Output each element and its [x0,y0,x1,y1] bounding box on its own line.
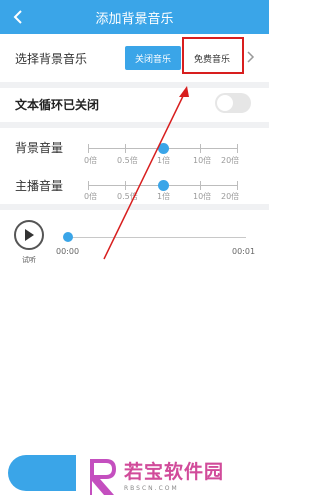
background-volume-label: 背景音量 [15,141,64,155]
tick-label: 1倍 [157,156,171,165]
slider-tick [237,144,238,153]
time-end: 00:01 [232,247,256,256]
header-bar: 添加背景音乐 [0,0,269,34]
slider-tick [200,144,201,153]
page: 添加背景音乐 选择背景音乐 关闭音乐 免费音乐 文本循环已关闭 背景音量 0倍 … [0,0,269,499]
tick-label: 0倍 [84,156,98,165]
tick-label: 0.5倍 [117,192,138,201]
slider-tick [237,181,238,190]
tick-label: 20倍 [221,192,240,201]
watermark-subtext: RBSCN.COM [124,485,179,492]
tick-label: 0倍 [84,192,98,201]
watermark-text: 若宝软件园 [124,461,225,483]
page-title: 添加背景音乐 [95,11,174,27]
divider [0,122,269,128]
tick-label: 20倍 [221,156,240,165]
preview-label: 试听 [22,256,36,264]
watermark-logo-icon [90,459,116,495]
slider-knob[interactable] [158,180,169,191]
slider-tick [125,181,126,190]
tick-label: 10倍 [193,192,212,201]
tick-label: 10倍 [193,156,212,165]
divider [0,204,269,210]
preview-progress-knob[interactable] [63,232,73,242]
tab-close-music[interactable]: 关闭音乐 [125,46,181,70]
tick-label: 0.5倍 [117,156,138,165]
watermark: 若宝软件园 RBSCN.COM [84,455,254,499]
music-label: 选择背景音乐 [15,52,88,66]
slider-tick [200,181,201,190]
slider-tick [88,144,89,153]
bottom-action-button[interactable] [8,455,76,491]
back-button[interactable] [6,5,30,29]
play-button[interactable] [14,220,44,250]
time-start: 00:00 [56,247,80,256]
slider-tick [88,181,89,190]
chevron-left-icon [13,10,22,24]
slider-knob[interactable] [158,143,169,154]
slider-tick [125,144,126,153]
highlight-box [182,37,244,74]
text-loop-toggle[interactable] [215,93,251,113]
tick-label: 1倍 [157,192,171,201]
toggle-knob [217,95,233,111]
text-loop-row: 文本循环已关闭 [0,88,269,122]
chevron-right-icon[interactable] [245,50,255,64]
host-volume-label: 主播音量 [15,179,64,193]
text-loop-label: 文本循环已关闭 [15,98,100,112]
play-icon [25,229,34,241]
preview-progress-track[interactable] [68,237,246,238]
